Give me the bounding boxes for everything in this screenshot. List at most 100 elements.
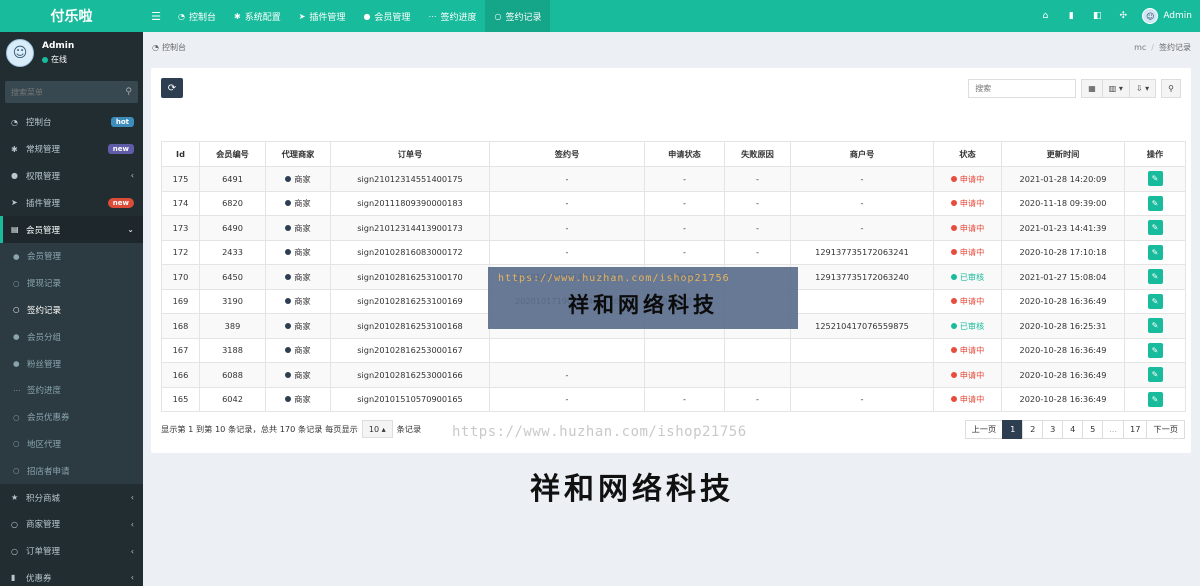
status-badge: 申请中 [950,296,984,306]
sidebar-toggle-icon[interactable]: ☰ [143,0,169,32]
sidebar-sub-region-agent[interactable]: ○ 地区代理 [0,431,143,458]
edit-button[interactable]: ✎ [1147,367,1163,383]
fullscreen-icon[interactable]: ✣ [1110,11,1136,21]
sidebar-item-points-mall[interactable]: ★ 积分商城 ‹ [0,484,143,511]
cell-merchant: - [790,166,934,192]
sidebar-item-general[interactable]: ✱ 常规管理 new [0,136,143,163]
sidebar-sub-sign-progress[interactable]: ⋯ 签约进度 [0,377,143,404]
page-button-5[interactable]: 5 [1082,419,1104,439]
sidebar-sub-store-apply[interactable]: ○ 招店者申请 [0,457,143,484]
sidebar-item-permissions[interactable]: ● 权限管理 ‹ [0,163,143,190]
refresh-button[interactable]: ⟳ [161,78,183,98]
page-button-1[interactable]: 1 [1002,419,1024,439]
page-button-4[interactable]: 4 [1062,419,1084,439]
topnav-sign-records[interactable]: ○ 签约记录 [485,0,551,32]
col-header-id[interactable]: Id [161,141,200,167]
pagination-suffix: 条记录 [396,424,422,434]
edit-button[interactable]: ✎ [1147,318,1163,334]
cell-id: 166 [161,362,200,388]
col-header-sign[interactable]: 签约号 [489,141,645,167]
col-header-member[interactable]: 会员编号 [199,141,266,167]
avatar: ☺ [6,39,34,67]
prev-page-button[interactable]: 上一页 [964,419,1004,439]
col-header-order[interactable]: 订单号 [330,141,490,167]
cell-updated: 2020-10-28 16:36:49 [1001,288,1125,314]
sidebar-item-members[interactable]: ▤ 会员管理 ⌄ [0,216,143,243]
cell-member: 6450 [199,264,266,290]
table-row[interactable]: 174 6820 商家 sign201118093900001​83- - - - 申请中 20… [161,190,1186,216]
status-dot-icon [950,396,957,403]
topnav-system-config[interactable]: ✱ 系统配置 [225,0,290,32]
edit-button[interactable]: ✎ [1147,195,1163,211]
language-icon[interactable]: ◧ [1084,11,1110,21]
breadcrumb-mc[interactable]: mc [1134,43,1146,52]
table-row[interactable]: 167 3188 商家 sign201028162530001​67 申请中 2020-1… [161,337,1186,363]
page-button-2[interactable]: 2 [1022,419,1044,439]
sidebar-sub-members[interactable]: ● 会员管理 [0,243,143,270]
toggle-view-button[interactable]: ▦ [1081,78,1103,98]
user-panel: ☺ Admin 在线 [0,32,143,74]
sidebar-item-dashboard[interactable]: ◔ 控制台 hot [0,109,143,136]
sidebar: ☺ Admin 在线 ⚲ ◔控制台hot ✱常规管理new ●权限管理‹ ➤插件… [0,32,143,586]
col-header-merchant[interactable]: 商户号 [790,141,934,167]
status-badge: 已审核 [950,272,984,282]
export-icon: ⇩ ▾ [1135,83,1150,93]
page-size-select[interactable]: 10 ▴ [361,420,393,438]
col-header-apply-status[interactable]: 申请状态 [644,141,725,167]
app-logo[interactable]: 付乐啦 [0,0,143,32]
col-header-agent[interactable]: 代理商家 [265,141,331,167]
page-button-17[interactable]: 17 [1123,419,1148,439]
sidebar-sub-sign-records[interactable]: ○ 签约记录 [0,297,143,324]
topnav-plugins[interactable]: ➤ 插件管理 [290,0,355,32]
edit-button[interactable]: ✎ [1147,293,1163,309]
page-button-3[interactable]: 3 [1042,419,1064,439]
col-header-fail-reason[interactable]: 失败原因 [724,141,791,167]
table-row[interactable]: 175 6491 商家 sign210123145514001​75- - - - 申请中 20… [161,166,1186,192]
sidebar-sub-fans[interactable]: ● 粉丝管理 [0,350,143,377]
avatar-icon[interactable]: ☺ [1142,8,1159,24]
col-header-status[interactable]: 状态 [933,141,1002,167]
edit-button[interactable]: ✎ [1147,269,1163,285]
cell-id: 170 [161,264,200,290]
search-icon[interactable]: ⚲ [125,87,132,97]
topnav-dashboard[interactable]: ◔ 控制台 [169,0,225,32]
top-username[interactable]: Admin [1163,11,1192,21]
sidebar-item-coupons[interactable]: ▮ 优惠券 ‹ [0,565,143,586]
cell-status: 申请中 [933,215,1002,241]
breadcrumb: ◔ 控制台 mc / 签约记录 [152,42,1191,53]
advanced-search-button[interactable]: ⚲ [1161,78,1181,98]
edit-button[interactable]: ✎ [1147,171,1163,187]
home-icon[interactable]: ⌂ [1032,11,1058,21]
online-dot-icon [42,56,48,63]
topnav-sign-progress[interactable]: ⋯ 签约进度 [419,0,485,32]
cell-status: 申请中 [933,239,1002,265]
trash-icon[interactable]: ▮ [1058,11,1084,21]
edit-button[interactable]: ✎ [1147,391,1163,407]
breadcrumb-home[interactable]: 控制台 [162,42,186,53]
edit-button[interactable]: ✎ [1147,220,1163,236]
col-header-updated[interactable]: 更新时间 [1001,141,1125,167]
sidebar-sub-member-groups[interactable]: ● 会员分组 [0,323,143,350]
table-row[interactable]: 165 6042 商家 sign201015105709001​65- - - - 申请中 20… [161,386,1186,412]
table-row[interactable]: 173 6490 商家 sign210123144139001​73- - - - 申请中 20… [161,215,1186,241]
next-page-button[interactable]: 下一页 [1146,419,1185,439]
topnav-members[interactable]: ● 会员管理 [354,0,419,32]
cell-member: 6820 [199,190,266,216]
sidebar-item-plugins[interactable]: ➤ 插件管理 new [0,189,143,216]
sidebar-item-orders[interactable]: ○ 订单管理 ‹ [0,538,143,565]
table-row[interactable]: 172 2433 商家 sign201028160830001​72- - -129137… [161,239,1186,265]
sidebar-search-input[interactable] [11,87,126,97]
pager: 上一页 1 2 3 4 5 ... 17 下一页 [964,419,1185,439]
cell-member: 6491 [199,166,266,192]
sidebar-sub-withdrawals[interactable]: ○ 提现记录 [0,270,143,297]
edit-button[interactable]: ✎ [1147,244,1163,260]
columns-dropdown-button[interactable]: ▥ ▾ [1102,78,1130,98]
edit-button[interactable]: ✎ [1147,342,1163,358]
export-dropdown-button[interactable]: ⇩ ▾ [1129,78,1157,98]
table-search-input[interactable] [968,78,1077,98]
sidebar-item-merchants[interactable]: ○ 商家管理 ‹ [0,511,143,538]
col-header-actions: 操作 [1124,141,1186,167]
chevron-left-icon: ‹ [130,573,134,583]
table-row[interactable]: 166 6088 商家 sign201028162530001​66- 申请中 2020-… [161,362,1186,388]
sidebar-sub-coupons[interactable]: ○ 会员优惠券 [0,404,143,431]
